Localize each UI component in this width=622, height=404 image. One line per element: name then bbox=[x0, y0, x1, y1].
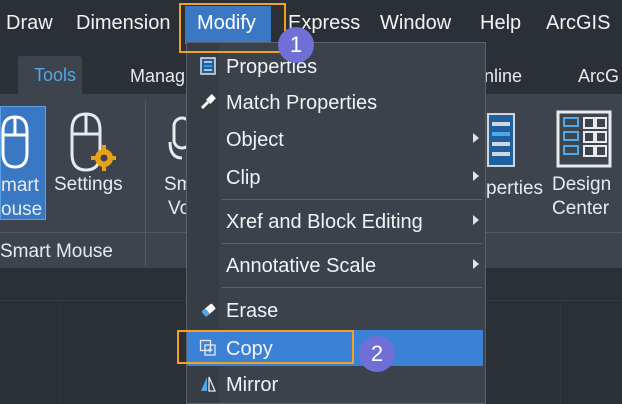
submenu-arrow-icon bbox=[473, 215, 479, 225]
menu-help[interactable]: Help bbox=[480, 12, 521, 35]
mirror-icon bbox=[201, 376, 216, 392]
menu-item-match-properties[interactable]: Match Properties bbox=[187, 84, 485, 120]
tab-tools[interactable]: Tools bbox=[18, 56, 82, 94]
highlight-box-copy bbox=[177, 330, 354, 364]
properties-ribbon-button[interactable]: perties bbox=[486, 106, 544, 220]
menu-item-annotative-scale[interactable]: Annotative Scale bbox=[187, 247, 485, 283]
menu-item-mirror[interactable]: Mirror bbox=[187, 366, 485, 402]
properties-ribbon-label: perties bbox=[486, 178, 544, 199]
menu-item-match-properties-label: Match Properties bbox=[226, 92, 378, 114]
callout-badge-2: 2 bbox=[359, 336, 395, 372]
submenu-arrow-icon bbox=[473, 171, 479, 181]
callout-badge-1: 1 bbox=[278, 27, 314, 63]
submenu-arrow-icon bbox=[473, 133, 479, 143]
mouse-icon bbox=[1, 115, 29, 169]
menu-item-object[interactable]: Object bbox=[187, 121, 485, 157]
menu-item-xref-label: Xref and Block Editing bbox=[226, 211, 423, 233]
ribbon-separator bbox=[145, 100, 146, 266]
eraser-icon bbox=[202, 303, 216, 317]
design-center-label-2: Center bbox=[552, 198, 610, 219]
menu-item-annotative-scale-label: Annotative Scale bbox=[226, 255, 377, 277]
grid-line bbox=[560, 302, 561, 404]
menu-draw[interactable]: Draw bbox=[6, 12, 53, 35]
menu-item-erase[interactable]: Erase bbox=[187, 292, 485, 328]
tab-arcgis[interactable]: ArcG bbox=[578, 66, 619, 87]
menu-item-erase-label: Erase bbox=[226, 300, 279, 322]
tab-tools-label: Tools bbox=[34, 65, 77, 85]
menu-item-clip[interactable]: Clip bbox=[187, 159, 485, 195]
smart-mouse-button[interactable]: mart ouse bbox=[0, 106, 46, 220]
menu-dimension[interactable]: Dimension bbox=[76, 12, 170, 35]
smart-mouse-label-2: ouse bbox=[1, 199, 43, 220]
menu-separator bbox=[222, 287, 482, 288]
design-center-icon bbox=[556, 110, 612, 168]
design-center-button[interactable]: Design Center bbox=[548, 106, 622, 220]
tab-manage[interactable]: Manag bbox=[130, 66, 185, 87]
menu-item-object-label: Object bbox=[226, 129, 284, 151]
menu-item-xref-block-editing[interactable]: Xref and Block Editing bbox=[187, 203, 485, 239]
menu-separator bbox=[222, 199, 482, 200]
menu-item-clip-label: Clip bbox=[226, 167, 261, 189]
highlight-box-modify bbox=[179, 3, 286, 53]
smart-mouse-label-1: mart bbox=[1, 175, 39, 196]
settings-label: Settings bbox=[54, 174, 123, 195]
grid-line bbox=[60, 302, 61, 404]
properties-panel-icon bbox=[487, 113, 515, 167]
menu-window[interactable]: Window bbox=[380, 12, 451, 35]
design-center-label-1: Design bbox=[552, 174, 612, 195]
menu-arcgis[interactable]: ArcGIS bbox=[546, 12, 610, 35]
menu-item-mirror-label: Mirror bbox=[226, 374, 279, 396]
panel-title-smart-mouse: Smart Mouse bbox=[0, 241, 113, 262]
properties-icon bbox=[200, 57, 216, 75]
menu-item-properties[interactable]: Properties bbox=[187, 48, 485, 84]
settings-button[interactable]: Settings bbox=[50, 106, 132, 220]
tab-online[interactable]: nline bbox=[484, 66, 522, 87]
menu-separator bbox=[222, 243, 482, 244]
submenu-arrow-icon bbox=[473, 259, 479, 269]
mouse-settings-icon bbox=[70, 112, 116, 172]
match-properties-icon bbox=[200, 94, 216, 110]
